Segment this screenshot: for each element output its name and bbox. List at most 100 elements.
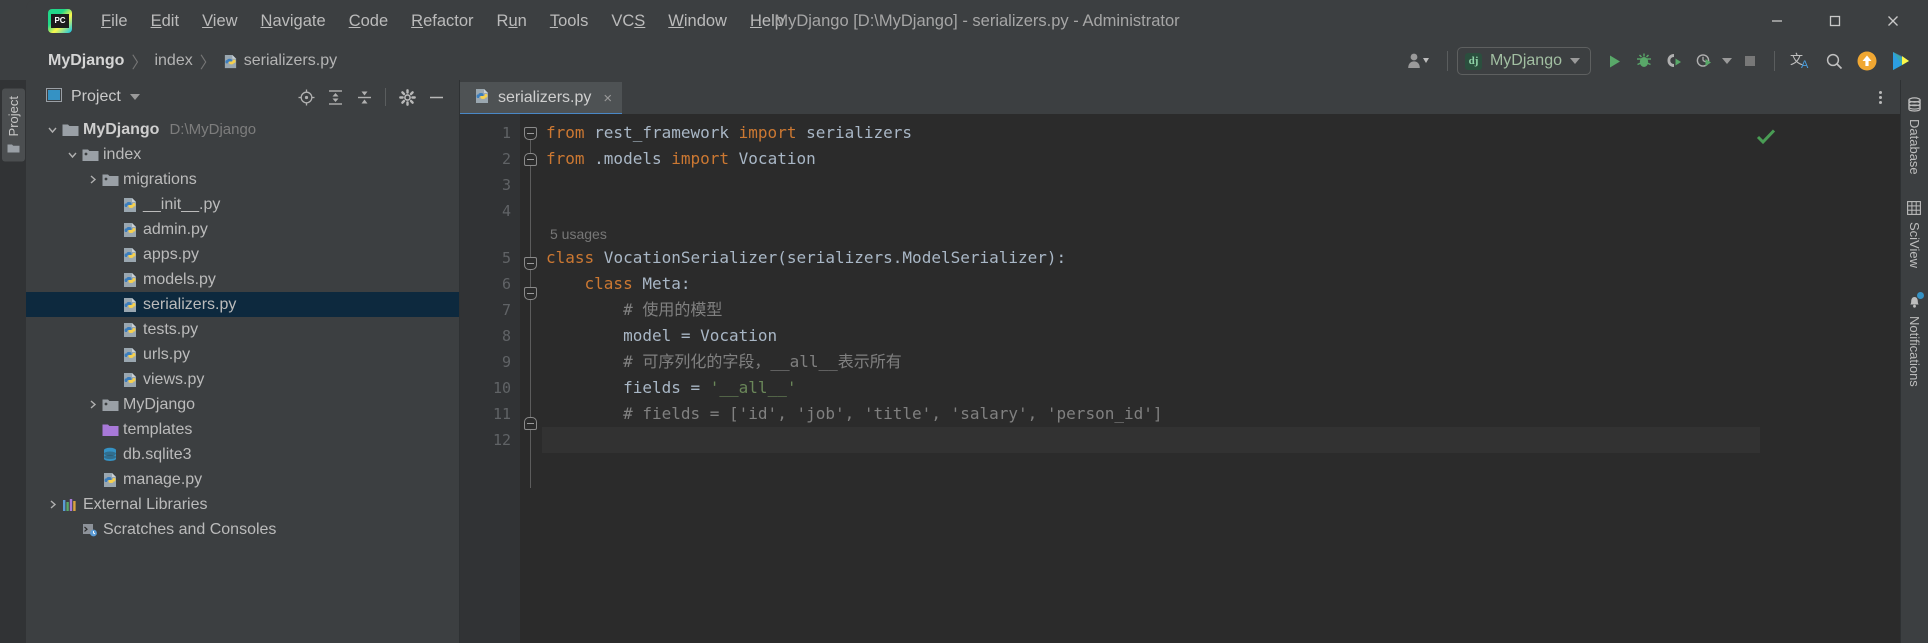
inspection-ok-icon[interactable] [1756, 128, 1776, 150]
project-panel-chevron-icon[interactable] [129, 94, 140, 100]
editor-options-icon[interactable] [1871, 90, 1890, 104]
tree-item-db-sqlite3[interactable]: db.sqlite3 [26, 442, 459, 467]
stop-button[interactable] [1735, 46, 1765, 76]
tree-item-manage-py[interactable]: manage.py [26, 467, 459, 492]
update-project-icon[interactable] [1850, 46, 1884, 76]
editor-tab-serializers[interactable]: serializers.py × [460, 82, 623, 116]
tree-item-external-libraries[interactable]: External Libraries [26, 492, 459, 517]
code-line-5[interactable]: class VocationSerializer(serializers.Mod… [542, 245, 1760, 271]
tree-item-urls-py[interactable]: urls.py [26, 342, 459, 367]
line-number[interactable]: 12 [460, 427, 520, 453]
line-number[interactable]: 1 [460, 120, 520, 146]
code-line-11[interactable]: # fields = ['id', 'job', 'title', 'salar… [542, 401, 1760, 427]
tree-item-views-py[interactable]: views.py [26, 367, 459, 392]
chevron-right-icon[interactable] [44, 499, 60, 510]
tree-item-models-py[interactable]: models.py [26, 267, 459, 292]
menu-item-help[interactable]: Help [739, 8, 795, 35]
run-configuration-selector[interactable]: dj MyDjango [1456, 47, 1591, 75]
tree-item-scratches-and-consoles[interactable]: Scratches and Consoles [26, 517, 459, 542]
code-line-3[interactable] [542, 172, 1760, 198]
line-number[interactable]: 7 [460, 297, 520, 323]
menu-item-edit[interactable]: Edit [140, 8, 190, 35]
line-number[interactable]: 3 [460, 172, 520, 198]
menu-item-vcs[interactable]: VCS [600, 8, 656, 35]
maximize-button[interactable] [1806, 0, 1864, 42]
tree-item-index[interactable]: index [26, 142, 459, 167]
collapse-all-icon[interactable] [351, 84, 377, 110]
sidebar-item-notifications[interactable]: Notifications [1905, 291, 1925, 390]
search-icon[interactable] [1818, 46, 1850, 76]
breadcrumb-item-2[interactable]: serializers.py [223, 52, 337, 70]
usages-hint[interactable]: 5 usages [542, 224, 1760, 245]
chevron-right-icon[interactable] [84, 399, 100, 410]
fold-marker-class[interactable] [524, 257, 537, 270]
tree-item-migrations[interactable]: migrations [26, 167, 459, 192]
code-line-8[interactable]: model = Vocation [542, 323, 1760, 349]
tree-item-admin-py[interactable]: admin.py [26, 217, 459, 242]
breadcrumb-item-0[interactable]: MyDjango [48, 52, 124, 70]
menu-item-window[interactable]: Window [657, 8, 738, 35]
line-number[interactable]: 4 [460, 198, 520, 224]
menu-item-refactor[interactable]: Refactor [400, 8, 484, 35]
code-line-9[interactable]: # 可序列化的字段，__all__表示所有 [542, 349, 1760, 375]
hide-panel-icon[interactable] [423, 84, 449, 110]
code-line-1[interactable]: from rest_framework import serializers [542, 120, 1760, 146]
tree-item-mydjango[interactable]: MyDjango D:\MyDjango [26, 117, 459, 142]
tree-item-templates[interactable]: templates [26, 417, 459, 442]
translate-icon[interactable]: 文 A [1784, 46, 1818, 76]
chevron-right-icon[interactable] [84, 174, 100, 185]
expand-all-icon[interactable] [322, 84, 348, 110]
sidebar-item-database[interactable]: Database [1905, 94, 1925, 178]
line-number[interactable]: 5 [460, 245, 520, 271]
fold-marker-import-end[interactable] [524, 153, 537, 166]
run-button[interactable] [1599, 46, 1629, 76]
code-content[interactable]: from rest_framework import serializers fr… [542, 114, 1760, 643]
line-number[interactable]: 11 [460, 401, 520, 427]
ide-feature-icon[interactable] [1884, 46, 1918, 76]
editor-inspection-gutter[interactable] [1756, 114, 1776, 643]
close-icon[interactable]: × [603, 90, 612, 107]
menu-item-navigate[interactable]: Navigate [250, 8, 337, 35]
account-icon[interactable] [1400, 46, 1438, 76]
fold-marker-meta-end[interactable] [524, 417, 537, 430]
line-number[interactable]: 2 [460, 146, 520, 172]
chevron-down-icon[interactable] [64, 149, 80, 160]
debug-button[interactable] [1629, 46, 1659, 76]
project-tree[interactable]: MyDjango D:\MyDjango index migrations __init… [26, 114, 459, 643]
fold-marker-meta[interactable] [524, 287, 537, 300]
profile-button[interactable] [1689, 46, 1719, 76]
line-number[interactable]: 6 [460, 271, 520, 297]
python-file-icon [120, 297, 140, 313]
code-line-2[interactable]: from .models import Vocation [542, 146, 1760, 172]
menu-item-file[interactable]: File [90, 8, 139, 35]
tree-item---init---py[interactable]: __init__.py [26, 192, 459, 217]
profile-dropdown-icon[interactable] [1719, 46, 1735, 76]
select-opened-file-icon[interactable] [293, 84, 319, 110]
menu-item-run[interactable]: Run [486, 8, 538, 35]
fold-marker-import[interactable] [524, 127, 537, 140]
sidebar-item-sciview[interactable]: SciView [1905, 198, 1924, 271]
code-line-6[interactable]: class Meta: [542, 271, 1760, 297]
gear-icon[interactable] [394, 84, 420, 110]
run-with-coverage-button[interactable] [1659, 46, 1689, 76]
sidebar-item-project[interactable]: Project [1, 88, 25, 162]
close-button[interactable] [1864, 0, 1922, 42]
menu-item-view[interactable]: View [191, 8, 248, 35]
minimize-button[interactable] [1748, 0, 1806, 42]
breadcrumb-item-1[interactable]: index [154, 52, 192, 70]
editor-fold-column[interactable] [520, 114, 542, 643]
tree-item-apps-py[interactable]: apps.py [26, 242, 459, 267]
code-line-7[interactable]: # 使用的模型 [542, 297, 1760, 323]
line-number[interactable]: 10 [460, 375, 520, 401]
line-number[interactable]: 9 [460, 349, 520, 375]
menu-item-tools[interactable]: Tools [539, 8, 600, 35]
tree-item-tests-py[interactable]: tests.py [26, 317, 459, 342]
code-line-10[interactable]: fields = '__all__' [542, 375, 1760, 401]
code-line-12[interactable] [542, 427, 1760, 453]
line-number[interactable]: 8 [460, 323, 520, 349]
tree-item-serializers-py[interactable]: serializers.py [26, 292, 459, 317]
code-line-4[interactable] [542, 198, 1760, 224]
chevron-down-icon[interactable] [44, 124, 60, 135]
menu-item-code[interactable]: Code [338, 8, 399, 35]
tree-item-mydjango[interactable]: MyDjango [26, 392, 459, 417]
